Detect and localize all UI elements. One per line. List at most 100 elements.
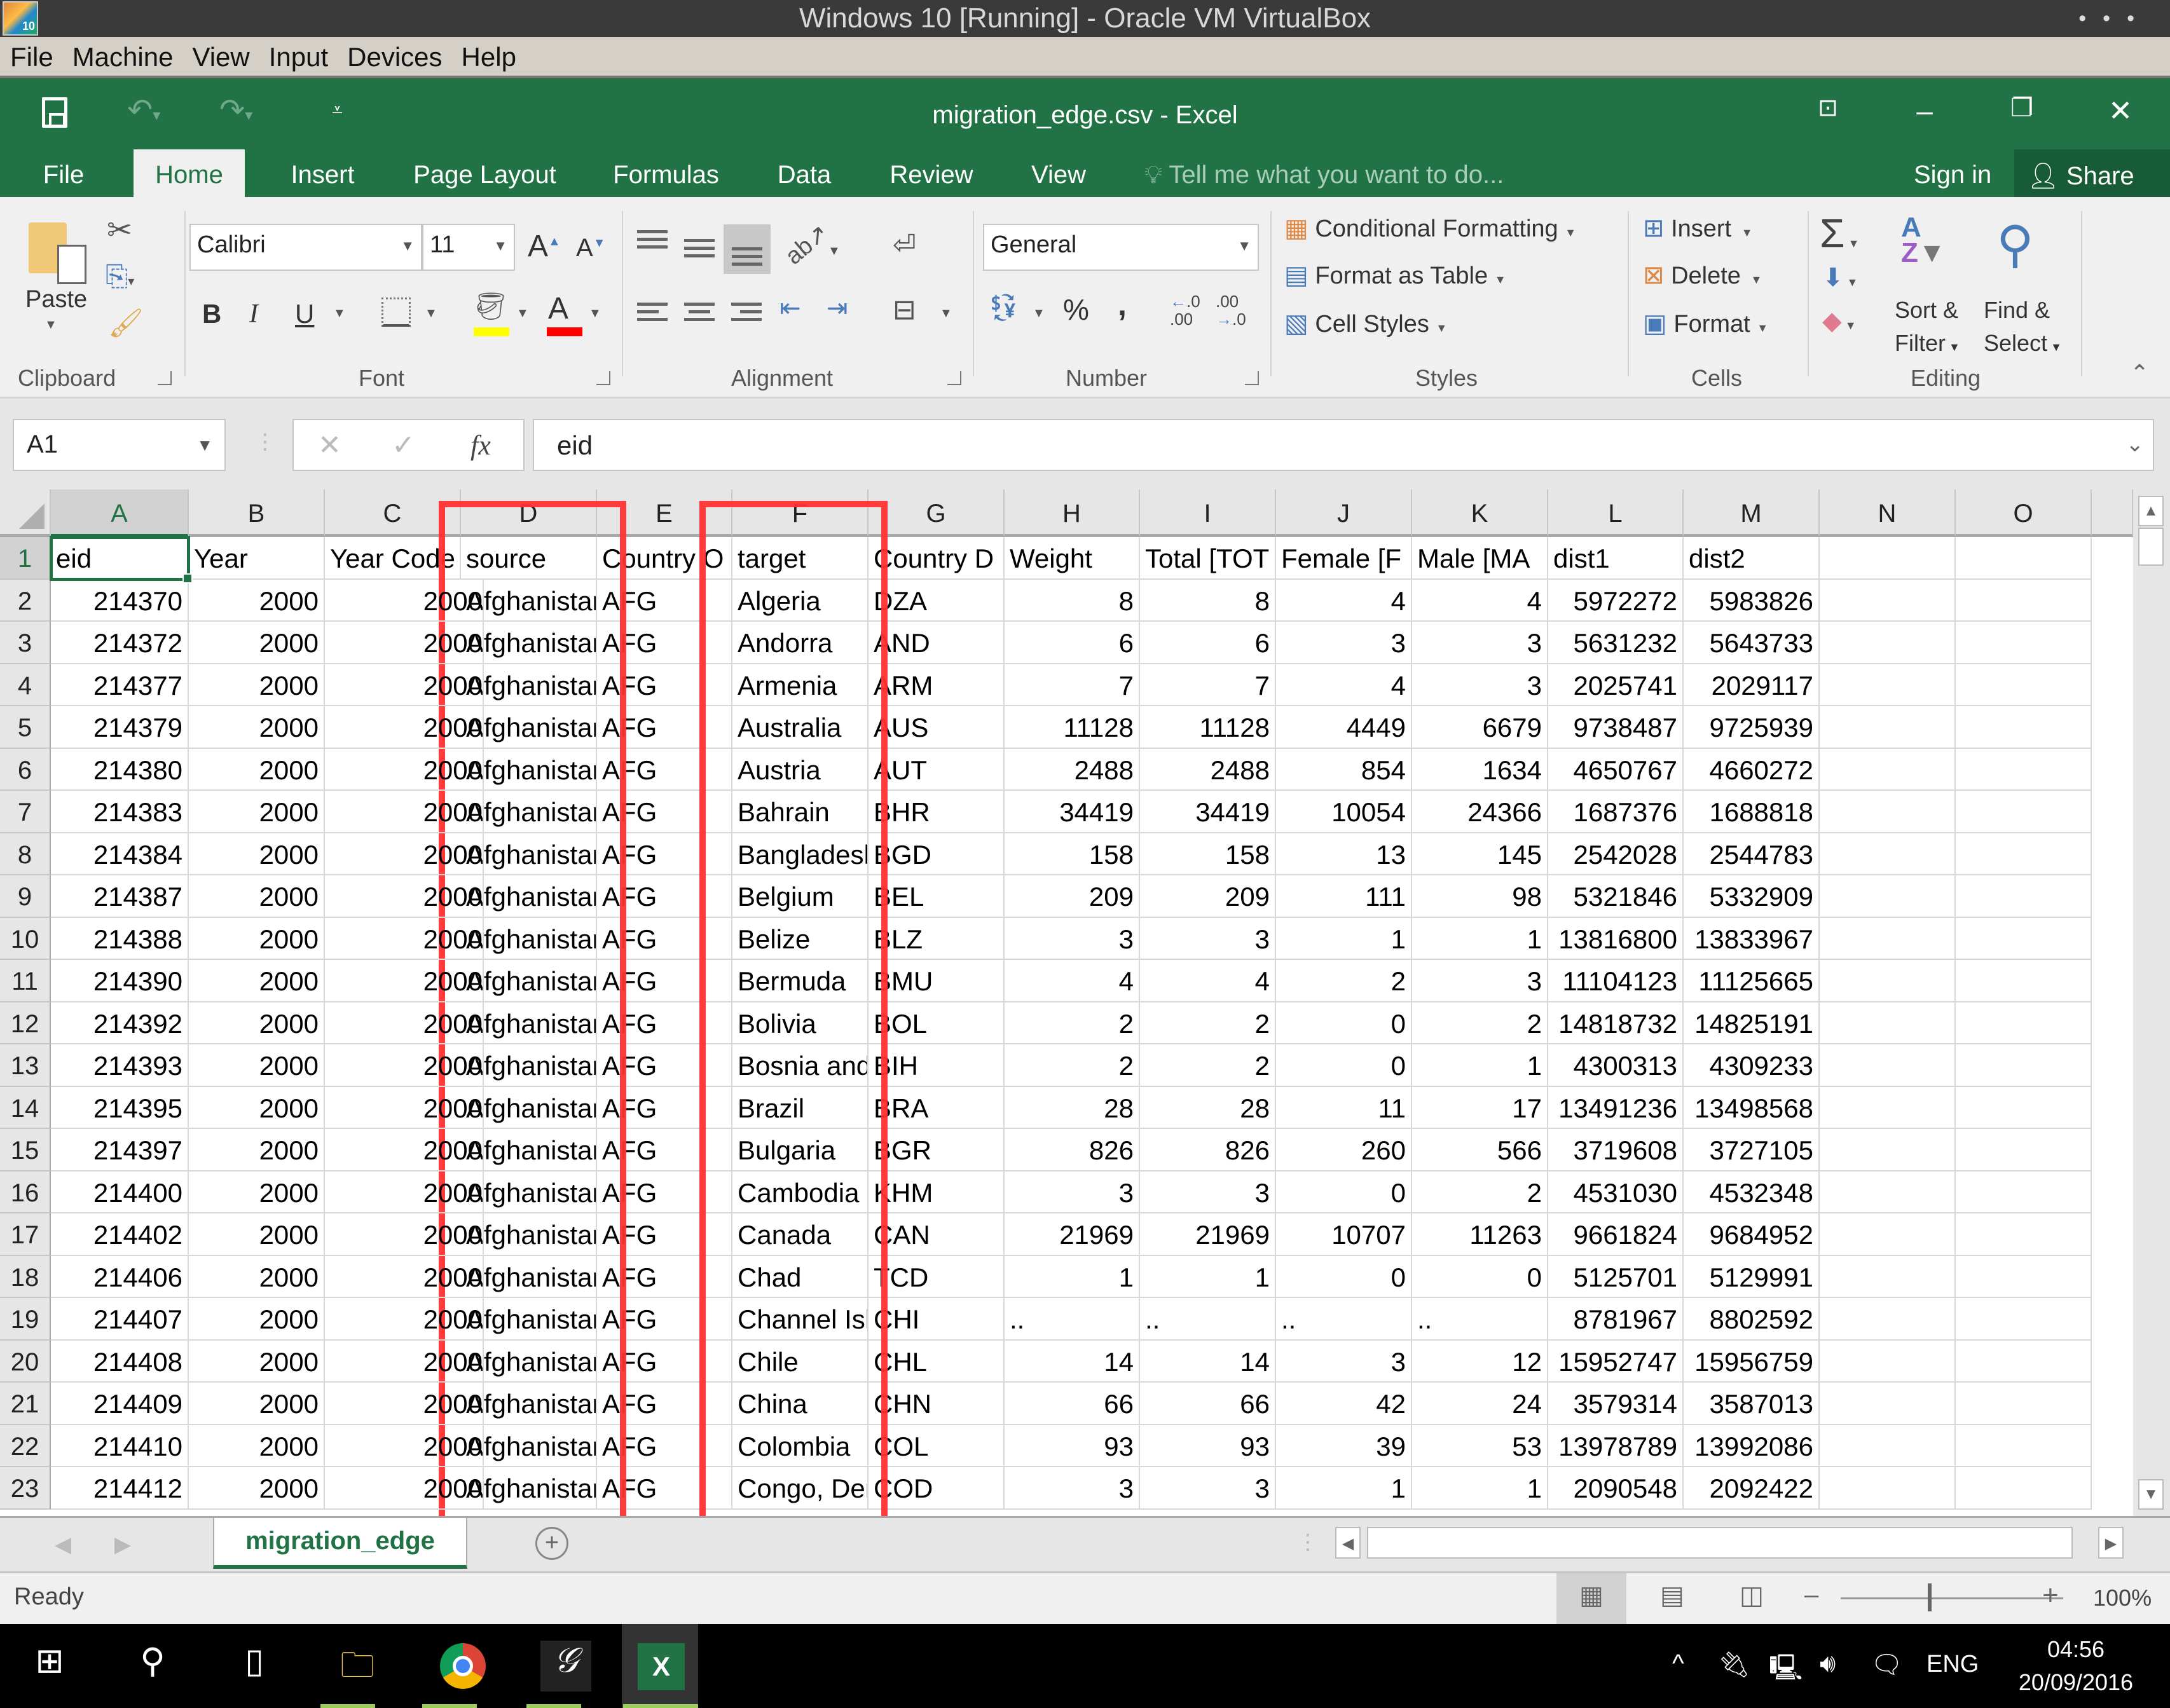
insert-function-icon[interactable]: fx <box>470 429 491 461</box>
table-cell[interactable]: 214397 <box>51 1129 189 1172</box>
table-cell[interactable] <box>1820 622 1956 664</box>
fill-icon[interactable]: ⬇︎ ▼ <box>1822 263 1858 292</box>
table-cell[interactable]: Bahrain <box>732 791 869 833</box>
share-button[interactable]: 👤︎ Share <box>2014 149 2170 197</box>
collapse-ribbon-icon[interactable]: ⌃ <box>2130 360 2149 386</box>
table-cell[interactable]: 5643733 <box>1684 622 1820 664</box>
table-cell[interactable]: 214383 <box>51 791 189 833</box>
enter-icon[interactable]: ✓ <box>392 429 415 461</box>
table-cell[interactable]: AFG <box>597 960 732 1002</box>
row-header-4[interactable]: 4 <box>0 664 51 706</box>
table-cell[interactable]: 10707 <box>1276 1213 1412 1256</box>
align-middle-icon[interactable] <box>684 239 715 264</box>
table-cell[interactable]: 2 <box>1412 1002 1548 1044</box>
table-cell[interactable]: 8781967 <box>1548 1298 1684 1341</box>
zoom-in-icon[interactable]: + <box>2042 1580 2059 1611</box>
header-cell[interactable] <box>1820 537 1956 580</box>
bold-button[interactable]: B <box>202 299 221 329</box>
row-header-7[interactable]: 7 <box>0 791 51 833</box>
table-cell[interactable] <box>1956 748 2092 791</box>
table-cell[interactable]: Bangladesh <box>732 833 869 875</box>
table-cell[interactable]: Channel Islands <box>732 1298 869 1341</box>
restore-icon[interactable]: ❐ <box>1996 93 2047 123</box>
table-cell[interactable]: 14 <box>1005 1340 1140 1383</box>
table-cell[interactable]: 2000 <box>325 706 484 749</box>
table-cell[interactable] <box>1956 875 2092 918</box>
table-cell[interactable]: 3 <box>1005 917 1140 960</box>
sheet-tab-migration-edge[interactable]: migration_edge <box>213 1518 467 1569</box>
table-cell[interactable]: 3 <box>1276 622 1412 664</box>
table-cell[interactable] <box>1820 960 1956 1002</box>
table-cell[interactable]: BHR <box>869 791 1005 833</box>
table-cell[interactable]: Armenia <box>732 664 869 706</box>
table-cell[interactable]: 4660272 <box>1684 748 1820 791</box>
table-cell[interactable]: 2 <box>1140 1002 1276 1044</box>
table-cell[interactable]: 2000 <box>325 1129 484 1172</box>
table-cell[interactable]: 5972272 <box>1548 579 1684 622</box>
spreadsheet-grid[interactable]: A B C D E F G H I J K L M N O 1 eid Year Year Code source Co… <box>0 489 2133 1516</box>
table-cell[interactable]: 2000 <box>325 1044 484 1087</box>
zoom-slider-track[interactable] <box>1841 1597 2063 1599</box>
table-cell[interactable]: Belgium <box>732 875 869 918</box>
table-cell[interactable]: 2000 <box>189 1383 325 1425</box>
cell-styles-button[interactable]: ▧ Cell Styles ▼ <box>1284 309 1447 338</box>
column-header-f[interactable]: F <box>732 489 869 537</box>
row-header-9[interactable]: 9 <box>0 875 51 918</box>
table-cell[interactable]: Chile <box>732 1340 869 1383</box>
table-cell[interactable]: 4650767 <box>1548 748 1684 791</box>
table-cell[interactable]: 2488 <box>1140 748 1276 791</box>
table-cell[interactable]: BLZ <box>869 917 1005 960</box>
horizontal-scrollbar[interactable]: ◀ ▶ <box>1335 1527 2124 1559</box>
table-cell[interactable] <box>1820 1298 1956 1341</box>
table-cell[interactable]: 2000 <box>325 1340 484 1383</box>
table-cell[interactable]: 6 <box>1140 622 1276 664</box>
table-cell[interactable]: Chad <box>732 1255 869 1298</box>
row-header-22[interactable]: 22 <box>0 1424 51 1467</box>
search-icon[interactable]: ⚲ <box>127 1641 178 1691</box>
delete-cells-button[interactable]: ⊠ Delete ▼ <box>1643 261 1762 290</box>
alignment-launcher-icon[interactable] <box>947 371 961 385</box>
table-cell[interactable]: 2000 <box>189 1424 325 1467</box>
table-cell[interactable]: 2025741 <box>1548 664 1684 706</box>
select-all-button[interactable] <box>0 489 51 537</box>
table-cell[interactable]: 10054 <box>1276 791 1412 833</box>
header-cell[interactable]: Female [F <box>1276 537 1412 580</box>
table-cell[interactable]: 13992086 <box>1684 1424 1820 1467</box>
sort-filter-button[interactable]: A Z▼ Sort & Filter ▼ <box>1895 214 1977 361</box>
tab-data[interactable]: Data <box>769 149 839 197</box>
table-cell[interactable] <box>1956 622 2092 664</box>
table-cell[interactable]: 214407 <box>51 1298 189 1341</box>
table-cell[interactable] <box>1820 579 1956 622</box>
vertical-scrollbar[interactable]: ▲ ▼ <box>2133 489 2170 1516</box>
table-cell[interactable]: 4300313 <box>1548 1044 1684 1087</box>
table-cell[interactable]: 4 <box>1005 960 1140 1002</box>
table-cell[interactable]: AUT <box>869 748 1005 791</box>
table-cell[interactable]: 2 <box>1005 1044 1140 1087</box>
table-cell[interactable]: Bermuda <box>732 960 869 1002</box>
table-cell[interactable]: 13491236 <box>1548 1086 1684 1129</box>
font-color-icon[interactable]: A <box>548 291 568 326</box>
table-cell[interactable]: 2544783 <box>1684 833 1820 875</box>
table-cell[interactable]: Austria <box>732 748 869 791</box>
vb-menu-view[interactable]: View <box>182 37 258 72</box>
header-cell[interactable]: source <box>461 537 597 580</box>
table-cell[interactable]: 9661824 <box>1548 1213 1684 1256</box>
windows-start-icon[interactable]: ⊞ <box>24 1641 75 1691</box>
table-cell[interactable]: Congo, Dem. Rep. <box>732 1467 869 1510</box>
header-cell[interactable]: dist1 <box>1548 537 1684 580</box>
column-header-i[interactable]: I <box>1140 489 1276 537</box>
column-header-d[interactable]: D <box>461 489 597 537</box>
table-cell[interactable]: 2000 <box>189 579 325 622</box>
paste-button[interactable]: Paste ▼ <box>25 216 89 332</box>
table-cell[interactable]: 214410 <box>51 1424 189 1467</box>
table-cell[interactable]: 13 <box>1276 833 1412 875</box>
table-cell[interactable]: 15956759 <box>1684 1340 1820 1383</box>
table-cell[interactable]: 1634 <box>1412 748 1548 791</box>
table-cell[interactable]: 214384 <box>51 833 189 875</box>
file-explorer-icon[interactable]: 🗀︎ <box>332 1641 383 1691</box>
table-cell[interactable]: 2000 <box>189 1213 325 1256</box>
table-cell[interactable] <box>1956 791 2092 833</box>
table-cell[interactable]: Bulgaria <box>732 1129 869 1172</box>
table-cell[interactable]: 214377 <box>51 664 189 706</box>
table-cell[interactable]: 15952747 <box>1548 1340 1684 1383</box>
